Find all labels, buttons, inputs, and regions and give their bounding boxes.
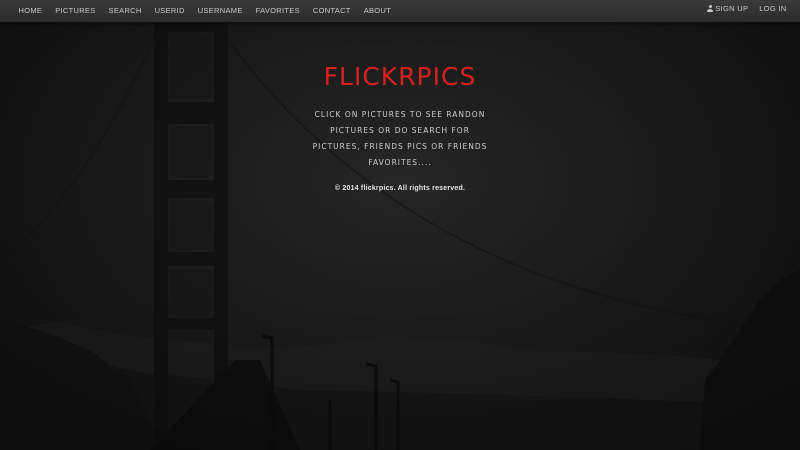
nav-userid-link[interactable]: USERID xyxy=(148,0,191,22)
account-nav: SIGN UP LOG IN xyxy=(702,0,792,18)
nav-contact-link[interactable]: CONTACT xyxy=(306,0,357,22)
hero-section: FLICKRPICS CLICK ON PICTURES TO SEE RAND… xyxy=(250,60,550,192)
nav-pictures-link[interactable]: PICTURES xyxy=(49,0,102,22)
hero-tagline: CLICK ON PICTURES TO SEE RANDON PICTURES… xyxy=(312,110,488,167)
sign-up-label: SIGN UP xyxy=(715,4,749,13)
page: HOME PICTURES SEARCH USERID USERNAME FAV… xyxy=(0,0,800,450)
brand-title: FLICKRPICS xyxy=(323,62,477,91)
log-in-link[interactable]: LOG IN xyxy=(754,0,792,18)
nav-favorites-link[interactable]: FAVORITES xyxy=(249,0,306,22)
copyright-text: © 2014 flickrpics. All rights reserved. xyxy=(334,185,466,192)
nav-about-link[interactable]: ABOUT xyxy=(357,0,397,22)
nav-search-link[interactable]: SEARCH xyxy=(102,0,148,22)
nav-username-link[interactable]: USERNAME xyxy=(191,0,249,22)
top-navbar: HOME PICTURES SEARCH USERID USERNAME FAV… xyxy=(0,0,800,23)
sign-up-link[interactable]: SIGN UP xyxy=(702,0,754,18)
main-nav: HOME PICTURES SEARCH USERID USERNAME FAV… xyxy=(12,0,398,22)
nav-home-link[interactable]: HOME xyxy=(12,0,49,22)
user-icon xyxy=(707,5,714,12)
